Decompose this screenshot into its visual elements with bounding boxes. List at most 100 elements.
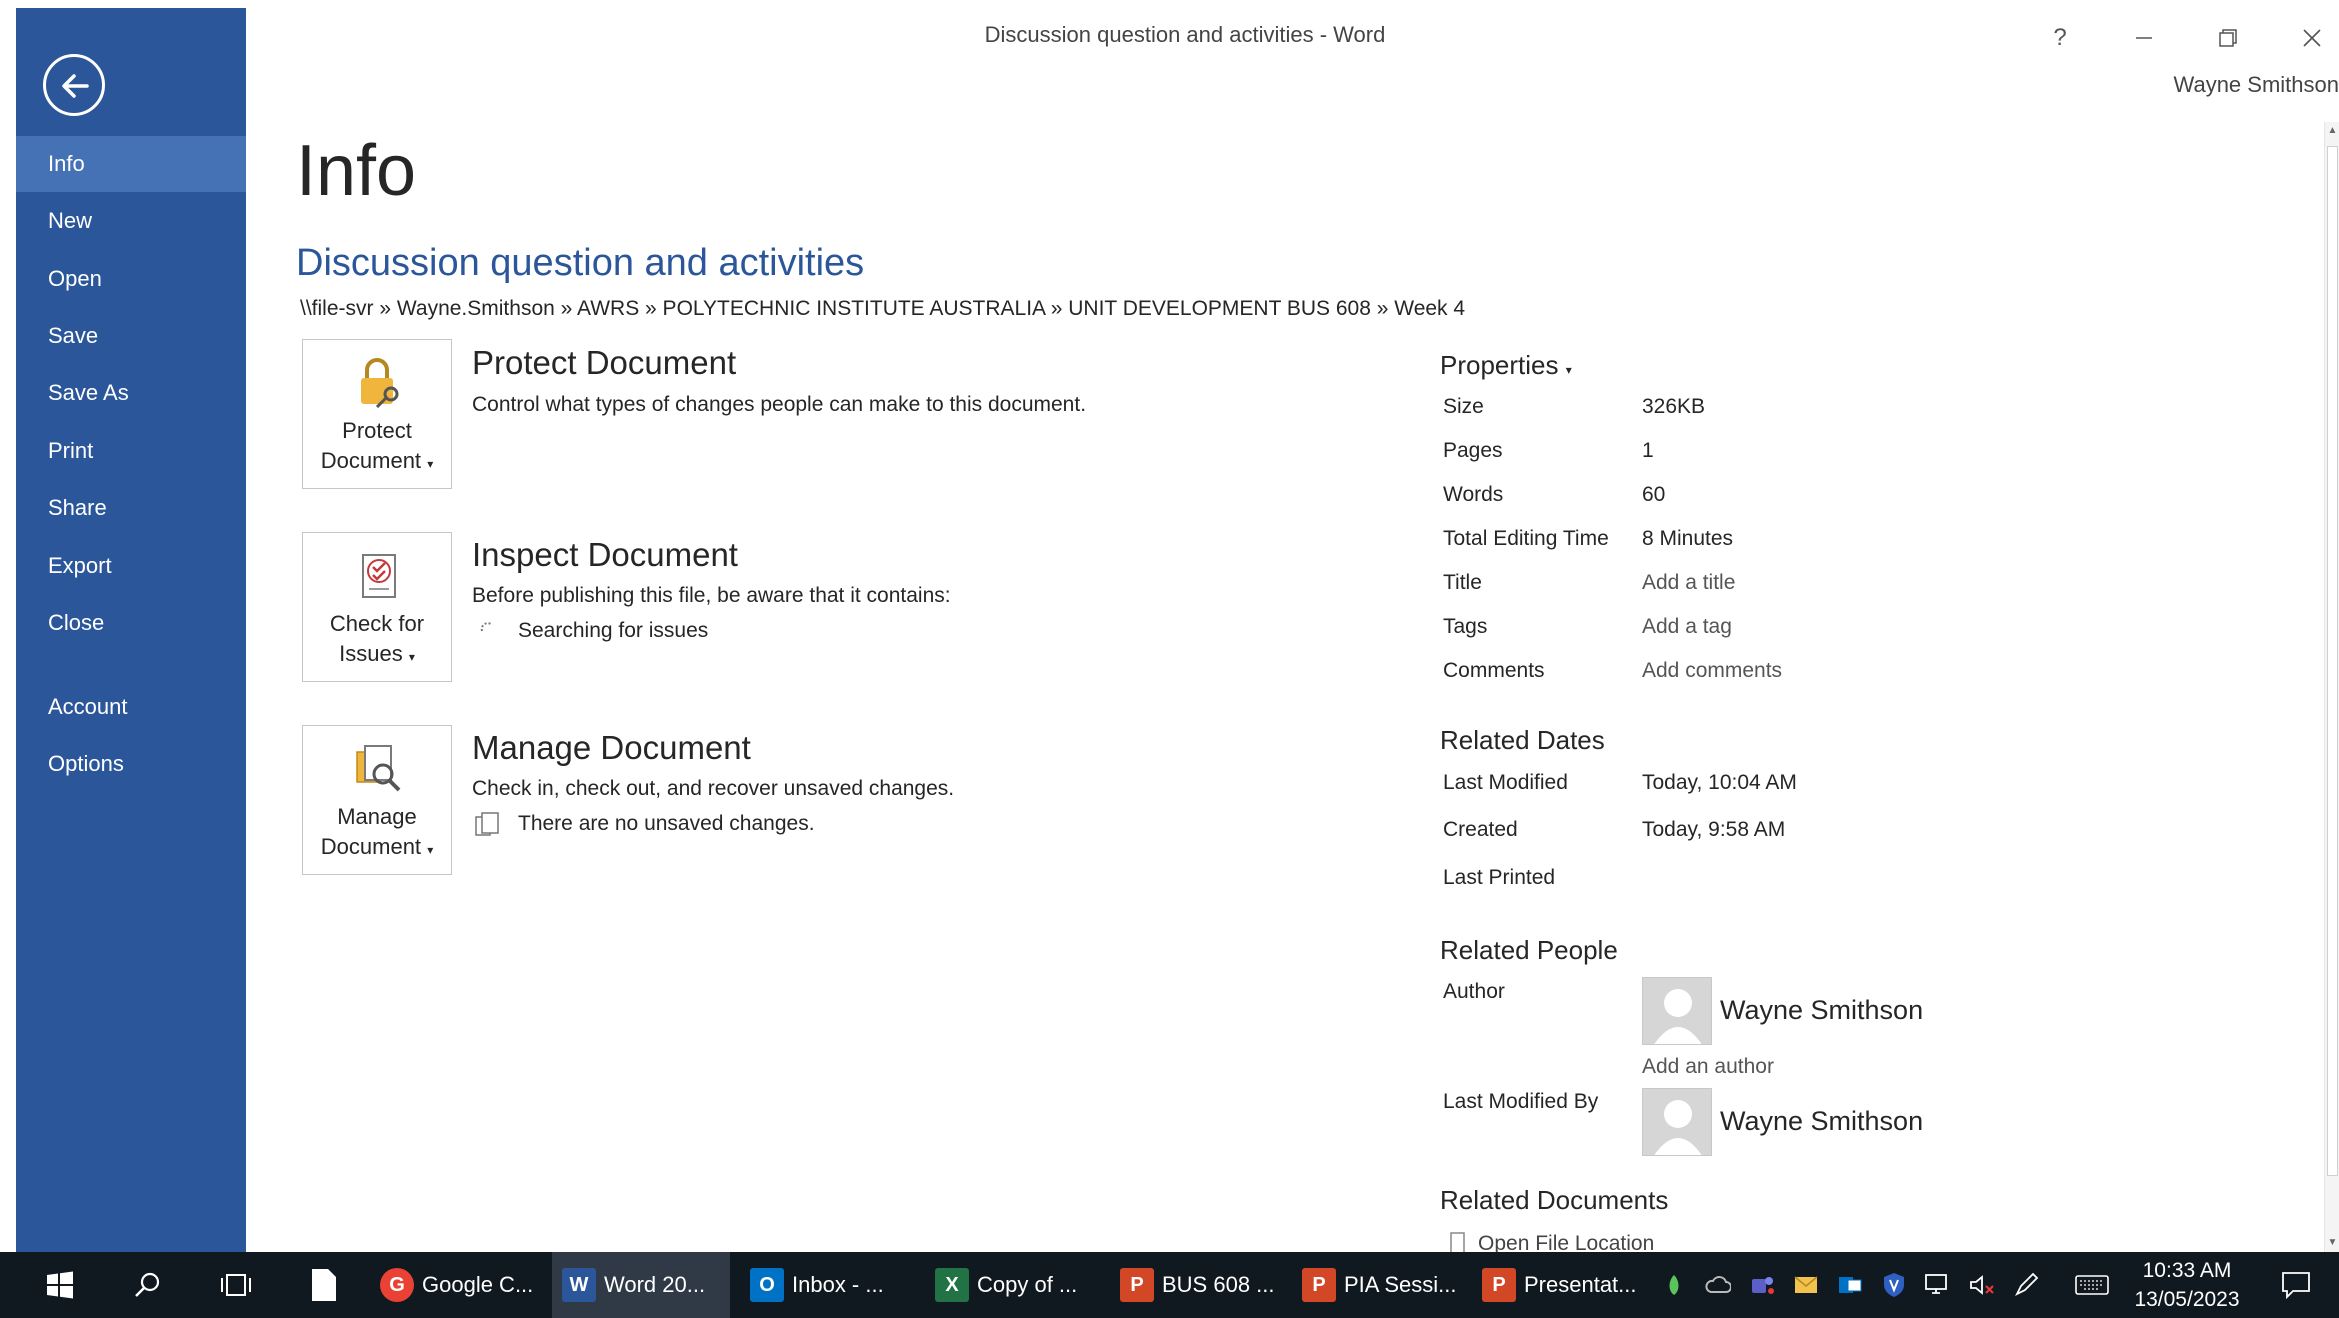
word-icon: W — [562, 1268, 596, 1302]
prop-title-field[interactable]: Add a title — [1642, 571, 1735, 595]
prop-size-label: Size — [1443, 395, 1484, 418]
window-title: Discussion question and activities - Wor… — [984, 22, 1386, 47]
scroll-down-icon[interactable]: ▼ — [2325, 1234, 2339, 1252]
tray-green-app-icon[interactable] — [1652, 1252, 1696, 1318]
protect-document-label: Protect Document ▾ — [303, 416, 451, 479]
protect-document-button[interactable]: Protect Document ▾ — [302, 339, 452, 489]
sidebar-item-new[interactable]: New — [16, 193, 246, 249]
prop-editing-time-value: 8 Minutes — [1642, 527, 1734, 550]
manage-document-icon — [356, 745, 401, 792]
tray-outlook-icon[interactable] — [1828, 1252, 1872, 1318]
prop-tags-label: Tags — [1443, 615, 1488, 638]
modifier-avatar[interactable] — [1642, 1088, 1712, 1156]
prop-comments-field[interactable]: Add comments — [1642, 659, 1782, 683]
tray-cloud-icon[interactable] — [1696, 1252, 1740, 1318]
sidebar-item-save-as[interactable]: Save As — [16, 365, 246, 421]
tray-keyboard-icon[interactable] — [2070, 1252, 2114, 1318]
file-explorer-button[interactable] — [280, 1252, 368, 1318]
window-edge — [0, 0, 16, 1252]
taskbar-app-label: PIA Sessi... — [1344, 1272, 1457, 1297]
sidebar-item-save[interactable]: Save — [16, 308, 246, 364]
restore-button[interactable] — [2200, 14, 2256, 62]
back-arrow-icon[interactable] — [43, 54, 105, 116]
notification-icon — [2282, 1272, 2310, 1299]
windows-logo-icon — [47, 1271, 73, 1299]
prop-title-label: Title — [1443, 571, 1482, 594]
sidebar-item-share[interactable]: Share — [16, 480, 246, 536]
action-center-button[interactable] — [2274, 1252, 2318, 1318]
backstage-sidebar: Info New Open Save Save As Print Share E… — [16, 8, 246, 1252]
page-title: Info — [296, 131, 417, 211]
task-view-icon — [221, 1274, 251, 1296]
properties-heading[interactable]: Properties ▾ — [1440, 350, 1572, 381]
author-avatar[interactable] — [1642, 977, 1712, 1045]
tray-volume-muted-icon[interactable] — [1960, 1252, 2004, 1318]
start-button[interactable] — [16, 1252, 104, 1318]
minimize-icon — [2136, 37, 2152, 39]
scroll-up-icon[interactable]: ▲ — [2325, 122, 2339, 140]
modifier-name[interactable]: Wayne Smithson — [1720, 1106, 1923, 1137]
author-name[interactable]: Wayne Smithson — [1720, 995, 1923, 1026]
scroll-thumb[interactable] — [2327, 146, 2338, 1176]
check-for-issues-button[interactable]: Check for Issues ▾ — [302, 532, 452, 682]
inspect-label-text: Issues — [339, 641, 403, 666]
sidebar-item-info[interactable]: Info — [16, 136, 246, 192]
sidebar-item-account[interactable]: Account — [16, 679, 246, 735]
taskbar-search-button[interactable] — [104, 1252, 192, 1318]
taskbar-app-outlook[interactable]: O Inbox - ... — [740, 1252, 920, 1318]
add-author-field[interactable]: Add an author — [1642, 1055, 1774, 1079]
taskbar-app-excel[interactable]: X Copy of ... — [925, 1252, 1105, 1318]
protect-heading: Protect Document — [472, 344, 737, 381]
last-modified-label: Last Modified — [1443, 771, 1568, 794]
last-printed-label: Last Printed — [1443, 866, 1556, 889]
taskbar-app-word[interactable]: W Word 20... — [552, 1252, 730, 1318]
open-file-location-link[interactable]: Open File Location — [1478, 1232, 1654, 1252]
tray-security-shield-icon[interactable] — [1872, 1252, 1916, 1318]
taskbar-app-powerpoint-pia[interactable]: P PIA Sessi... — [1292, 1252, 1472, 1318]
taskbar-app-label: Word 20... — [604, 1272, 706, 1297]
vertical-scrollbar[interactable]: ▲ ▼ — [2324, 122, 2339, 1252]
tray-mail-icon[interactable] — [1784, 1252, 1828, 1318]
sidebar-item-close[interactable]: Close — [16, 595, 246, 651]
prop-tags-field[interactable]: Add a tag — [1642, 615, 1732, 639]
document-path[interactable]: \\file-svr » Wayne.Smithson » AWRS » POL… — [300, 297, 1465, 321]
protect-description: Control what types of changes people can… — [472, 393, 1087, 416]
dropdown-caret-icon: ▾ — [427, 843, 434, 857]
task-view-button[interactable] — [192, 1252, 280, 1318]
taskbar-app-label: Google C... — [422, 1272, 534, 1297]
check-for-issues-label: Check for Issues ▾ — [303, 609, 451, 672]
excel-icon: X — [935, 1268, 969, 1302]
prop-editing-time-label: Total Editing Time — [1443, 527, 1609, 550]
powerpoint-icon: P — [1302, 1268, 1336, 1302]
sidebar-item-options[interactable]: Options — [16, 736, 246, 792]
sidebar-item-open[interactable]: Open — [16, 251, 246, 307]
prop-size-value: 326KB — [1642, 395, 1706, 418]
taskbar-app-chrome[interactable]: G Google C... — [370, 1252, 550, 1318]
tray-network-icon[interactable] — [1916, 1252, 1960, 1318]
protect-label-line1: Protect — [342, 418, 412, 443]
taskbar-app-powerpoint-presentation[interactable]: P Presentat... — [1472, 1252, 1652, 1318]
help-button[interactable]: ? — [2032, 14, 2088, 62]
taskbar-app-powerpoint-bus608[interactable]: P BUS 608 ... — [1110, 1252, 1290, 1318]
tray-teams-icon[interactable] — [1740, 1252, 1784, 1318]
document-title: Discussion question and activities — [296, 242, 865, 284]
manage-document-button[interactable]: Manage Document ▾ — [302, 725, 452, 875]
spinner-icon — [478, 619, 496, 642]
blank-file-icon — [312, 1269, 336, 1301]
taskbar-clock[interactable]: 10:33 AM 13/05/2023 — [2122, 1256, 2252, 1314]
close-window-button[interactable] — [2284, 14, 2339, 62]
prop-pages-label: Pages — [1443, 439, 1503, 462]
chrome-icon: G — [380, 1268, 414, 1302]
sidebar-item-export[interactable]: Export — [16, 538, 246, 594]
tray-pen-icon[interactable] — [2004, 1252, 2048, 1318]
dropdown-caret-icon: ▾ — [408, 650, 415, 664]
sidebar-item-print[interactable]: Print — [16, 423, 246, 479]
clock-date: 13/05/2023 — [2134, 1288, 2240, 1311]
protect-label-line2: Document ▾ — [303, 446, 451, 479]
last-modified-value: Today, 10:04 AM — [1642, 771, 1797, 794]
manage-heading: Manage Document — [472, 729, 751, 766]
taskbar-app-label: Inbox - ... — [792, 1272, 884, 1297]
account-user-name[interactable]: Wayne Smithson — [2174, 72, 2339, 98]
inspect-label-line2: Issues ▾ — [303, 639, 451, 672]
minimize-button[interactable] — [2116, 14, 2172, 62]
